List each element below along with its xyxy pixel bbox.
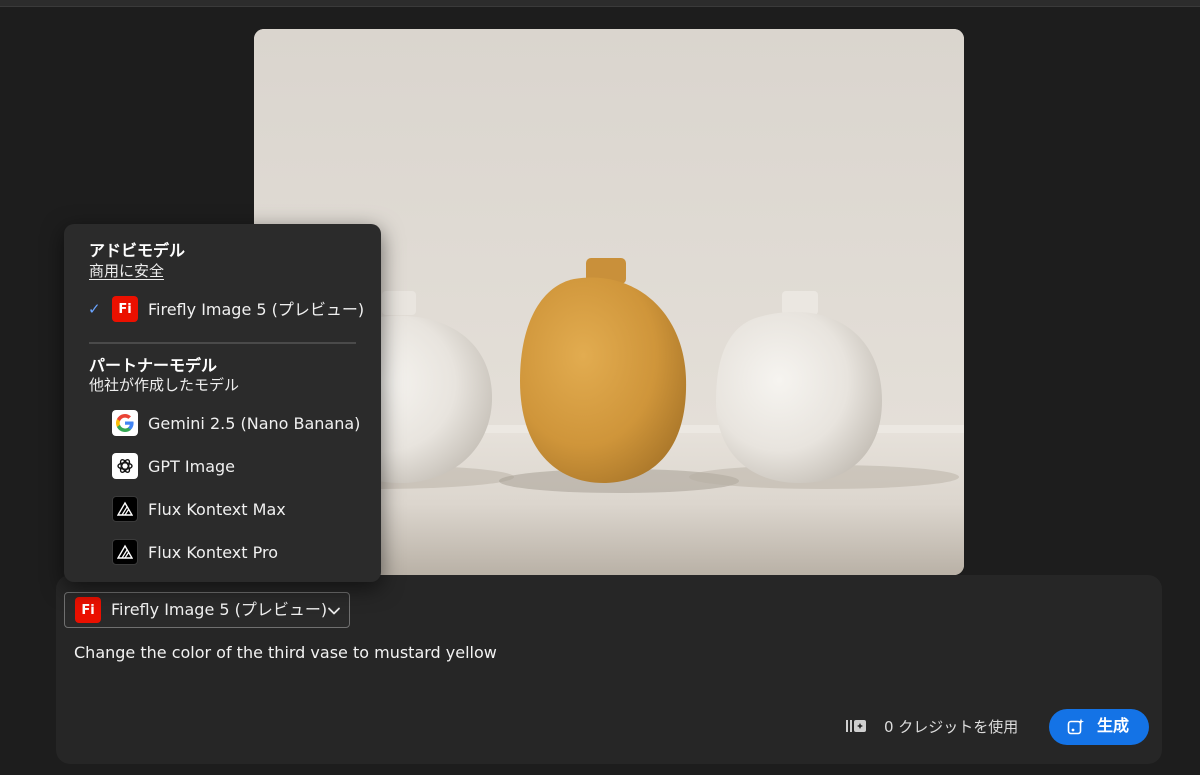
generate-button[interactable]: 生成 xyxy=(1049,709,1149,745)
generate-button-label: 生成 xyxy=(1097,718,1130,735)
google-icon xyxy=(112,410,138,436)
menu-item-flux-kontext-max[interactable]: Flux Kontext Max xyxy=(84,492,364,528)
app-window: アドビモデル 商用に安全 ✓ Fi Firefly Image 5 (プレビュー… xyxy=(0,0,1200,775)
partner-models-subtitle: 他社が作成したモデル xyxy=(89,376,240,394)
menu-item-gemini[interactable]: Gemini 2.5 (Nano Banana) xyxy=(84,406,364,442)
menu-item-label: Flux Kontext Max xyxy=(148,500,286,519)
firefly-icon: Fi xyxy=(112,296,138,322)
menu-item-label: Firefly Image 5 (プレビュー) xyxy=(148,300,365,319)
model-select-value: Firefly Image 5 (プレビュー) xyxy=(111,600,328,619)
menu-divider xyxy=(89,342,356,344)
commercially-safe-link[interactable]: 商用に安全 xyxy=(89,262,164,280)
openai-icon xyxy=(112,453,138,479)
generate-sparkle-icon xyxy=(1067,718,1084,735)
adobe-models-heading: アドビモデル xyxy=(89,241,186,260)
prompt-panel: Fi Firefly Image 5 (プレビュー) Change the co… xyxy=(56,575,1162,764)
flux-icon xyxy=(112,496,138,522)
menu-item-label: GPT Image xyxy=(148,457,236,476)
credits-usage-text: 0 クレジットを使用 xyxy=(884,718,1019,736)
menu-item-label: Flux Kontext Pro xyxy=(148,543,279,562)
checkmark-icon: ✓ xyxy=(88,300,101,318)
menu-item-gpt-image[interactable]: GPT Image xyxy=(84,449,364,485)
partner-models-heading: パートナーモデル xyxy=(89,356,218,375)
prompt-input[interactable]: Change the color of the third vase to mu… xyxy=(74,643,497,663)
flux-icon xyxy=(112,539,138,565)
menu-item-firefly-image-5[interactable]: ✓ Fi Firefly Image 5 (プレビュー) xyxy=(84,292,364,328)
firefly-icon: Fi xyxy=(75,597,101,623)
model-picker-menu: アドビモデル 商用に安全 ✓ Fi Firefly Image 5 (プレビュー… xyxy=(64,224,381,582)
model-select-dropdown[interactable]: Fi Firefly Image 5 (プレビュー) xyxy=(64,592,350,628)
top-toolbar-strip xyxy=(0,0,1200,7)
credits-icon xyxy=(846,720,866,732)
menu-item-flux-kontext-pro[interactable]: Flux Kontext Pro xyxy=(84,535,364,571)
menu-item-label: Gemini 2.5 (Nano Banana) xyxy=(148,414,361,433)
chevron-down-icon xyxy=(328,607,340,615)
